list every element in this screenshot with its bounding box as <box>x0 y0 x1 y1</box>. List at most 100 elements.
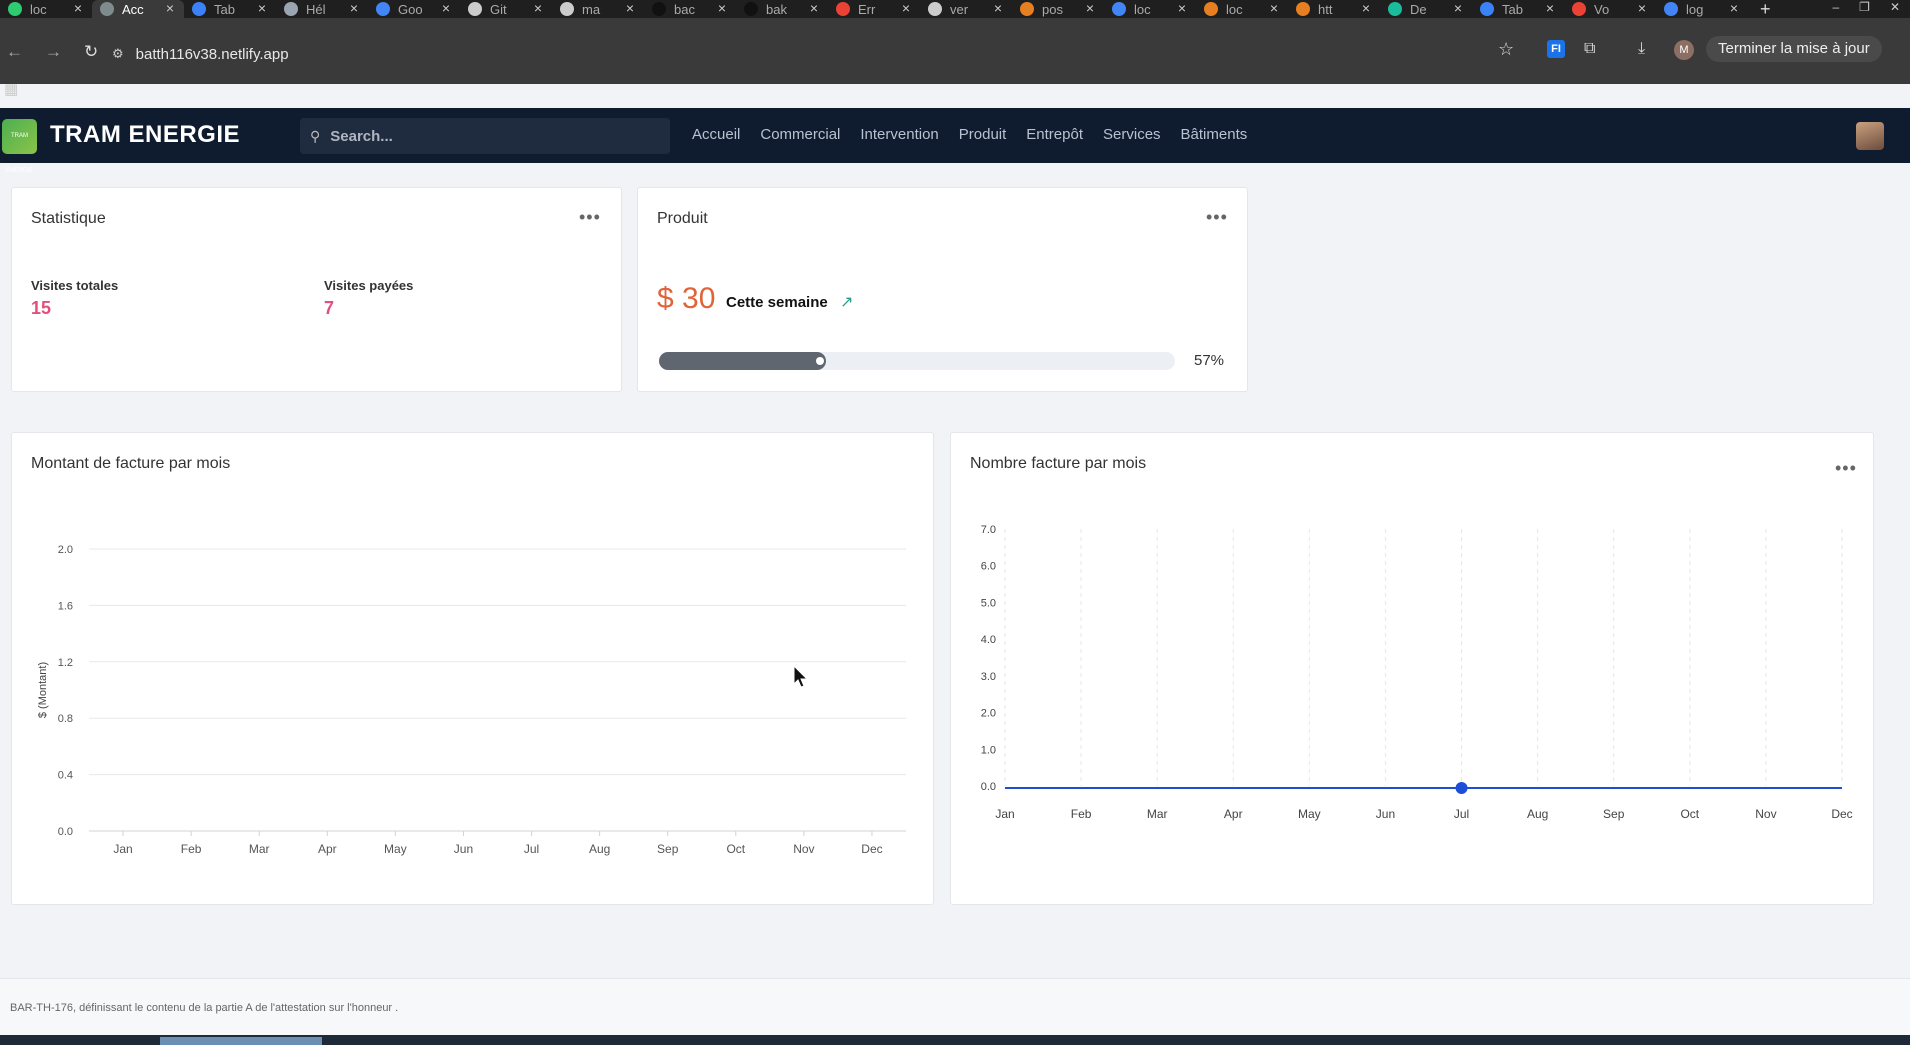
extensions-puzzle-icon[interactable]: ⧉ <box>1584 40 1595 58</box>
nav-link-entrepôt[interactable]: Entrepôt <box>1026 126 1083 143</box>
address-bar[interactable]: ⚙ batth116v38.netlify.app <box>112 40 1512 68</box>
close-tab-icon[interactable]: × <box>994 0 1002 16</box>
close-tab-icon[interactable]: × <box>1270 0 1278 16</box>
brand-logo[interactable]: TRAM ENERGIE <box>2 119 37 174</box>
y-tick-label: 0.0 <box>981 781 996 793</box>
tab-label: pos <box>1042 1 1063 17</box>
close-tab-icon[interactable]: × <box>902 0 910 16</box>
favicon-icon <box>560 2 574 16</box>
y-tick-label: 2.0 <box>58 544 73 556</box>
new-tab-button[interactable]: + <box>1760 0 1771 20</box>
trending-up-icon: ↗ <box>840 294 854 311</box>
x-tick-label: Nov <box>1755 807 1776 821</box>
nav-link-commercial[interactable]: Commercial <box>760 126 840 143</box>
favicon-icon <box>1664 2 1678 16</box>
search-input[interactable] <box>330 127 651 145</box>
nav-link-accueil[interactable]: Accueil <box>692 126 740 143</box>
x-tick-label: Apr <box>1224 807 1243 821</box>
browser-tab[interactable]: ma × <box>552 0 644 18</box>
close-tab-icon[interactable]: × <box>1178 0 1186 16</box>
close-tab-icon[interactable]: × <box>442 0 450 16</box>
product-card: Produit ••• $ 30 Cette semaine ↗ 57% <box>637 187 1248 392</box>
browser-tab[interactable]: loc × <box>0 0 92 18</box>
user-avatar[interactable] <box>1856 122 1884 150</box>
browser-tab[interactable]: Git × <box>460 0 552 18</box>
close-tab-icon[interactable]: × <box>350 0 358 16</box>
y-tick-label: 6.0 <box>981 561 996 573</box>
browser-tab[interactable]: De × <box>1380 0 1472 18</box>
profile-avatar[interactable]: M <box>1674 40 1694 60</box>
x-tick-label: Dec <box>861 842 882 856</box>
nav-link-bâtiments[interactable]: Bâtiments <box>1181 126 1248 143</box>
nav-link-produit[interactable]: Produit <box>959 126 1007 143</box>
tab-label: Hél <box>306 1 326 17</box>
stat-card: Statistique ••• Visites totales 15 Visit… <box>11 187 622 392</box>
more-options-icon[interactable]: ••• <box>1206 208 1228 226</box>
minimize-icon[interactable]: – <box>1832 0 1839 14</box>
apps-grid-icon[interactable]: ▦ <box>4 80 18 98</box>
close-tab-icon[interactable]: × <box>718 0 726 16</box>
nav-link-services[interactable]: Services <box>1103 126 1161 143</box>
browser-tab[interactable]: htt × <box>1288 0 1380 18</box>
favicon-icon <box>836 2 850 16</box>
update-button[interactable]: Terminer la mise à jour <box>1706 36 1882 62</box>
close-tab-icon[interactable]: × <box>626 0 634 16</box>
x-tick-label: Aug <box>589 842 610 856</box>
x-tick-label: Aug <box>1527 807 1548 821</box>
close-tab-icon[interactable]: × <box>258 0 266 16</box>
browser-tab[interactable]: pos × <box>1012 0 1104 18</box>
favicon-icon <box>744 2 758 16</box>
browser-tab[interactable]: bak × <box>736 0 828 18</box>
y-tick-label: 5.0 <box>981 597 996 609</box>
browser-tab[interactable]: loc × <box>1104 0 1196 18</box>
reload-icon[interactable]: ↻ <box>84 42 98 62</box>
more-options-icon[interactable]: ••• <box>579 208 601 226</box>
tab-label: Goo <box>398 1 423 17</box>
browser-tab[interactable]: Acc × <box>92 0 184 18</box>
x-tick-label: Feb <box>181 842 202 856</box>
bookmark-star-icon[interactable]: ☆ <box>1498 39 1514 60</box>
footer-text: BAR-TH-176, définissant le contenu de la… <box>10 1002 399 1014</box>
tab-label: Tab <box>1502 1 1523 17</box>
nav-buttons: ← → ↻ <box>6 42 98 62</box>
download-icon[interactable]: ⤓ <box>1638 40 1645 58</box>
close-tab-icon[interactable]: × <box>74 0 82 16</box>
close-window-icon[interactable]: ✕ <box>1890 0 1900 14</box>
url-text[interactable]: batth116v38.netlify.app <box>136 46 289 63</box>
close-tab-icon[interactable]: × <box>166 0 174 16</box>
close-tab-icon[interactable]: × <box>1086 0 1094 16</box>
close-tab-icon[interactable]: × <box>1546 0 1554 16</box>
favicon-icon <box>376 2 390 16</box>
browser-tab[interactable]: bac × <box>644 0 736 18</box>
nav-link-intervention[interactable]: Intervention <box>860 126 938 143</box>
browser-tab[interactable]: Tab × <box>184 0 276 18</box>
tab-label: htt <box>1318 1 1333 17</box>
close-tab-icon[interactable]: × <box>1362 0 1370 16</box>
browser-tab[interactable]: Err × <box>828 0 920 18</box>
close-tab-icon[interactable]: × <box>810 0 818 16</box>
close-tab-icon[interactable]: × <box>534 0 542 16</box>
x-tick-label: Jan <box>995 807 1014 821</box>
close-tab-icon[interactable]: × <box>1454 0 1462 16</box>
close-tab-icon[interactable]: × <box>1638 0 1646 16</box>
tab-label: Git <box>490 1 507 17</box>
browser-tab[interactable]: Goo × <box>368 0 460 18</box>
forward-icon[interactable]: → <box>45 42 62 62</box>
back-icon[interactable]: ← <box>6 42 23 62</box>
browser-tab[interactable]: Hél × <box>276 0 368 18</box>
count-chart-card: Nombre facture par mois ••• Jan Feb Mar Apr… <box>950 432 1874 905</box>
site-info-icon[interactable]: ⚙ <box>112 46 124 62</box>
extension-icon[interactable]: FI <box>1547 40 1565 58</box>
browser-tab-bar: loc × Acc × Tab × Hél × Goo × Git × ma × bac × bak × Err × v… <box>0 0 1910 20</box>
browser-tab[interactable]: Tab × <box>1472 0 1564 18</box>
taskbar-item[interactable] <box>160 1037 322 1045</box>
tab-label: Acc <box>122 1 144 17</box>
browser-tab[interactable]: Vo × <box>1564 0 1656 18</box>
browser-tab[interactable]: log × <box>1656 0 1748 18</box>
favicon-icon <box>284 2 298 16</box>
browser-tab[interactable]: ver × <box>920 0 1012 18</box>
browser-tab[interactable]: loc × <box>1196 0 1288 18</box>
close-tab-icon[interactable]: × <box>1730 0 1738 16</box>
brand-name[interactable]: TRAM ENERGIE <box>50 121 240 149</box>
restore-icon[interactable]: ❐ <box>1859 0 1870 14</box>
